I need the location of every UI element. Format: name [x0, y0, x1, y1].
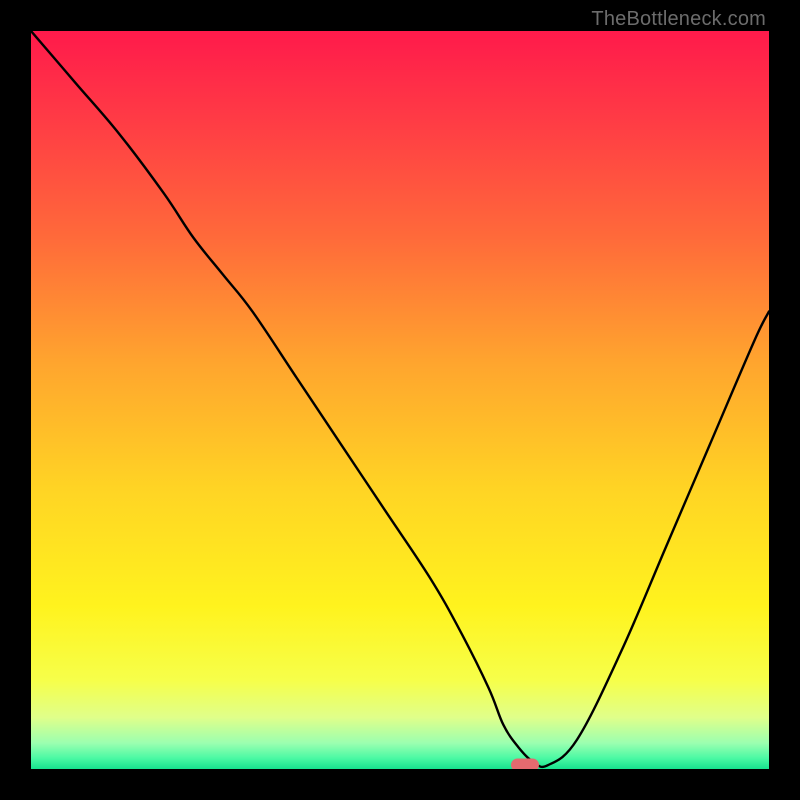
- optimal-point-marker: [511, 759, 539, 769]
- watermark-text: TheBottleneck.com: [591, 8, 766, 31]
- plot-area: [31, 31, 769, 769]
- chart-container: TheBottleneck.com: [0, 0, 800, 800]
- bottleneck-curve: [31, 31, 769, 769]
